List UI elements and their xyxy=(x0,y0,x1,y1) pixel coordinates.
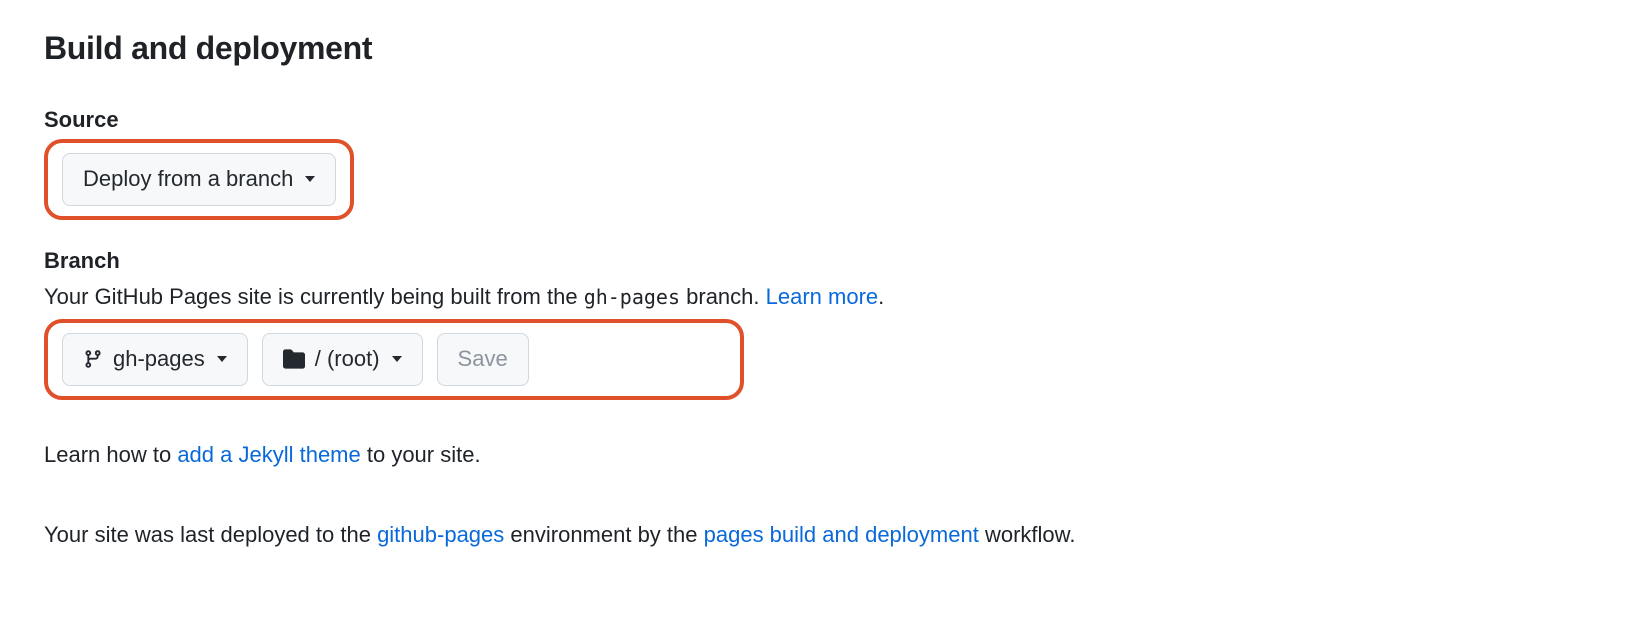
branch-period: . xyxy=(878,284,884,309)
branch-desc-suffix: branch. xyxy=(680,284,766,309)
branch-desc-prefix: Your GitHub Pages site is currently bein… xyxy=(44,284,584,309)
environment-link[interactable]: github-pages xyxy=(377,522,504,547)
jekyll-suffix: to your site. xyxy=(361,442,481,467)
source-label: Source xyxy=(44,107,1602,133)
source-highlight: Deploy from a branch xyxy=(44,139,354,220)
caret-down-icon xyxy=(305,176,315,182)
caret-down-icon xyxy=(392,356,402,362)
branch-dropdown[interactable]: gh-pages xyxy=(62,333,248,386)
deploy-line: Your site was last deployed to the githu… xyxy=(44,522,1602,548)
folder-dropdown-label: / (root) xyxy=(315,344,380,375)
branch-dropdown-label: gh-pages xyxy=(113,344,205,375)
branch-highlight: gh-pages / (root) Save xyxy=(44,319,744,400)
save-button[interactable]: Save xyxy=(437,333,529,386)
section-heading: Build and deployment xyxy=(44,30,1602,67)
folder-icon xyxy=(283,348,305,370)
jekyll-prefix: Learn how to xyxy=(44,442,177,467)
source-dropdown-label: Deploy from a branch xyxy=(83,164,293,195)
source-dropdown[interactable]: Deploy from a branch xyxy=(62,153,336,206)
caret-down-icon xyxy=(217,356,227,362)
deploy-suffix: workflow. xyxy=(979,522,1076,547)
deploy-mid: environment by the xyxy=(504,522,703,547)
git-branch-icon xyxy=(83,349,103,369)
save-button-label: Save xyxy=(458,344,508,375)
deploy-prefix: Your site was last deployed to the xyxy=(44,522,377,547)
branch-description: Your GitHub Pages site is currently bein… xyxy=(44,280,1602,313)
branch-label: Branch xyxy=(44,248,1602,274)
learn-more-link[interactable]: Learn more xyxy=(766,284,879,309)
jekyll-theme-link[interactable]: add a Jekyll theme xyxy=(177,442,360,467)
jekyll-line: Learn how to add a Jekyll theme to your … xyxy=(44,442,1602,468)
branch-code: gh-pages xyxy=(584,285,680,309)
workflow-link[interactable]: pages build and deployment xyxy=(704,522,979,547)
folder-dropdown[interactable]: / (root) xyxy=(262,333,423,386)
